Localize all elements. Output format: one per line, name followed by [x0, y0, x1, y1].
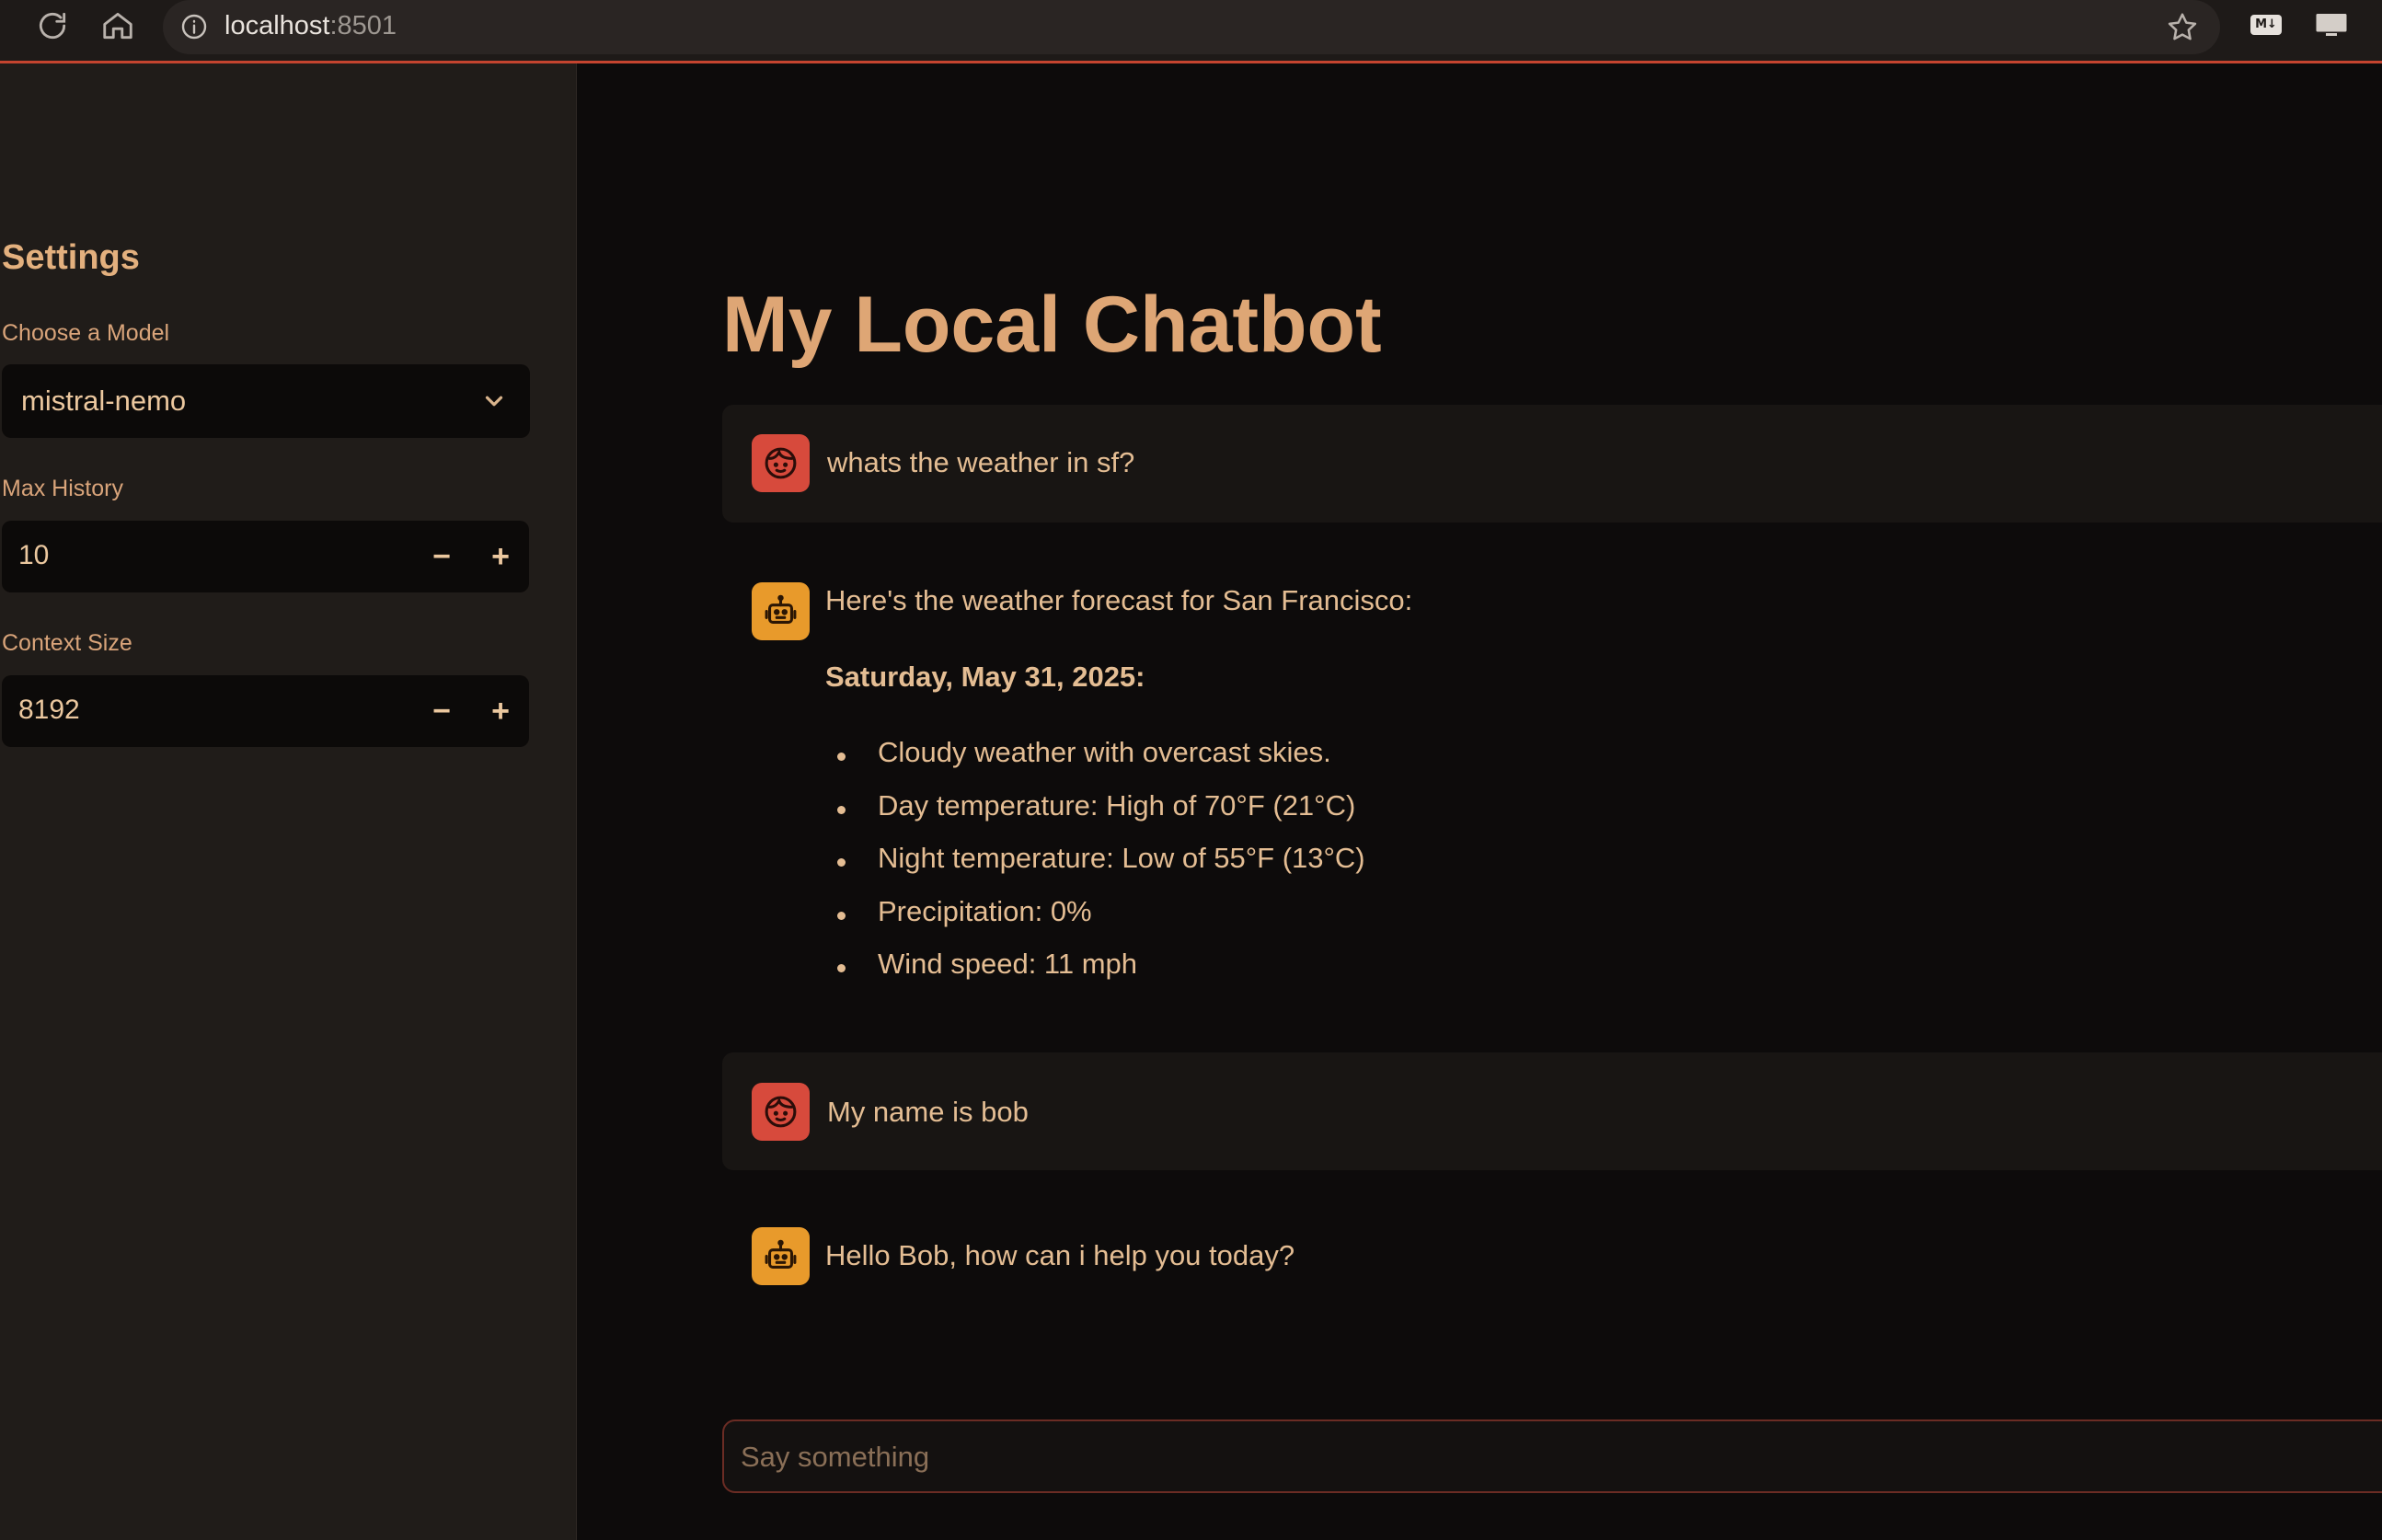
max-history-input[interactable]: 10 − + — [2, 521, 529, 592]
chat-message-user: My name is bob — [722, 1052, 2382, 1170]
user-avatar — [752, 1083, 810, 1141]
face-icon — [765, 1096, 797, 1128]
list-item: Day temperature: High of 70°F (21°C) — [878, 789, 1356, 822]
list-item: Wind speed: 11 mph — [878, 948, 1138, 980]
message-text: Hello Bob, how can i help you today? — [825, 1239, 1295, 1271]
context-size-label: Context Size — [2, 630, 132, 656]
bullet-dot — [837, 806, 846, 814]
list-item: Precipitation: 0% — [878, 895, 1092, 927]
screen-extension-icon[interactable] — [2315, 12, 2348, 38]
browser-toolbar: localhost:8501 M↓ — [0, 0, 2382, 63]
context-size-input[interactable]: 8192 − + — [2, 675, 529, 747]
assistant-avatar — [752, 582, 810, 640]
site-info-icon[interactable] — [179, 12, 209, 41]
chat-message-user: whats the weather in sf? — [722, 405, 2382, 523]
context-size-value[interactable]: 8192 — [18, 695, 80, 726]
chevron-down-icon — [485, 396, 503, 407]
bullet-dot — [837, 912, 846, 920]
sidebar: Settings Choose a Model mistral-nemo Max… — [0, 63, 577, 1540]
bullet-dot — [837, 753, 846, 761]
max-history-value[interactable]: 10 — [18, 540, 49, 571]
message-text: My name is bob — [827, 1096, 1029, 1128]
max-history-label: Max History — [2, 476, 123, 501]
main-area: My Local Chatbot whats the weather in sf… — [577, 63, 2382, 1540]
reload-icon[interactable] — [35, 8, 70, 43]
model-label: Choose a Model — [2, 320, 170, 346]
address-bar[interactable]: localhost:8501 — [163, 0, 2220, 54]
sidebar-title: Settings — [2, 238, 140, 277]
chat-input[interactable] — [722, 1419, 2382, 1493]
bullet-dot — [837, 858, 846, 867]
message-text: Here's the weather forecast for San Fran… — [825, 584, 1413, 616]
page-title: My Local Chatbot — [722, 281, 1382, 369]
markdown-extension-icon[interactable]: M↓ — [2250, 15, 2282, 35]
list-item: Cloudy weather with overcast skies. — [878, 736, 1331, 768]
user-avatar — [752, 434, 810, 492]
context-size-increment-button[interactable]: + — [477, 686, 524, 736]
bullet-dot — [837, 964, 846, 972]
assistant-avatar — [752, 1227, 810, 1285]
robot-icon — [765, 594, 797, 624]
forecast-date: Saturday, May 31, 2025: — [825, 661, 1145, 693]
model-select[interactable]: mistral-nemo — [2, 364, 530, 438]
robot-icon — [765, 1239, 797, 1269]
message-text: whats the weather in sf? — [827, 446, 1135, 478]
home-icon[interactable] — [100, 8, 135, 43]
face-icon — [765, 447, 797, 479]
max-history-increment-button[interactable]: + — [477, 532, 524, 581]
max-history-decrement-button[interactable]: − — [418, 532, 466, 581]
list-item: Night temperature: Low of 55°F (13°C) — [878, 842, 1365, 874]
url-text[interactable]: localhost:8501 — [224, 10, 397, 41]
model-select-value: mistral-nemo — [21, 385, 187, 417]
bookmark-star-icon[interactable] — [2165, 10, 2200, 45]
context-size-decrement-button[interactable]: − — [418, 686, 466, 736]
chat-input-field[interactable] — [739, 1421, 2307, 1493]
